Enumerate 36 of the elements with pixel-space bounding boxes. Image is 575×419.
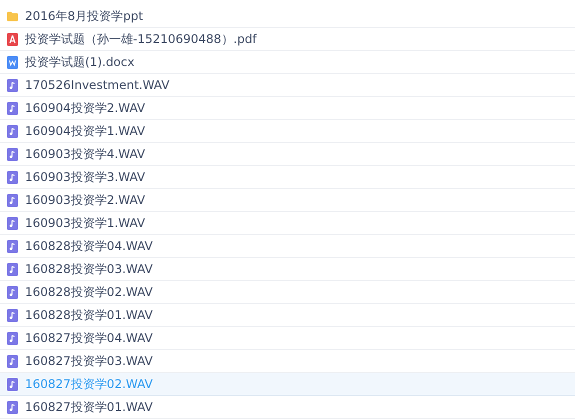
music-file-icon bbox=[7, 332, 18, 344]
file-name: 160828投资学02.WAV bbox=[25, 284, 153, 300]
file-name: 2016年8月投资学ppt bbox=[25, 8, 144, 24]
music-file-icon bbox=[7, 102, 18, 114]
pdf-file-icon bbox=[7, 32, 18, 46]
music-file-icon bbox=[7, 148, 18, 160]
music-file-icon bbox=[7, 124, 18, 138]
music-file-icon bbox=[7, 78, 18, 92]
music-file-icon bbox=[7, 262, 18, 276]
file-name: 投资学试题(1).docx bbox=[25, 54, 134, 70]
file-name: 160827投资学01.WAV bbox=[25, 398, 153, 416]
music-file-icon bbox=[7, 308, 18, 322]
word-file-icon bbox=[7, 56, 18, 68]
file-name: 160827投资学03.WAV bbox=[25, 352, 153, 370]
file-name: 160904投资学1.WAV bbox=[25, 122, 146, 140]
file-name: 160827投资学04.WAV bbox=[25, 330, 153, 346]
file-name: 160903投资学1.WAV bbox=[25, 214, 146, 232]
music-file-icon bbox=[7, 400, 18, 414]
file-name: 160903投资学4.WAV bbox=[25, 146, 146, 162]
file-name: 投资学试题（孙一雄-15210690488）.pdf bbox=[25, 30, 257, 48]
file-name: 170526Investment.WAV bbox=[25, 78, 170, 92]
folder-icon bbox=[7, 10, 18, 22]
file-name: 160904投资学2.WAV bbox=[25, 100, 146, 116]
file-name: 160828投资学01.WAV bbox=[25, 306, 153, 324]
music-file-icon bbox=[7, 354, 18, 368]
music-file-icon bbox=[7, 194, 18, 206]
file-name: 160903投资学2.WAV bbox=[25, 192, 146, 208]
file-name: 160903投资学3.WAV bbox=[25, 168, 146, 186]
music-file-icon bbox=[7, 240, 18, 252]
music-file-icon bbox=[7, 286, 18, 298]
file-name: 160828投资学03.WAV bbox=[25, 260, 153, 278]
music-file-icon bbox=[7, 216, 18, 230]
file-name: 160827投资学02.WAV bbox=[25, 376, 153, 392]
file-name: 160828投资学04.WAV bbox=[25, 238, 153, 254]
music-file-icon bbox=[7, 378, 18, 390]
music-file-icon bbox=[7, 170, 18, 184]
